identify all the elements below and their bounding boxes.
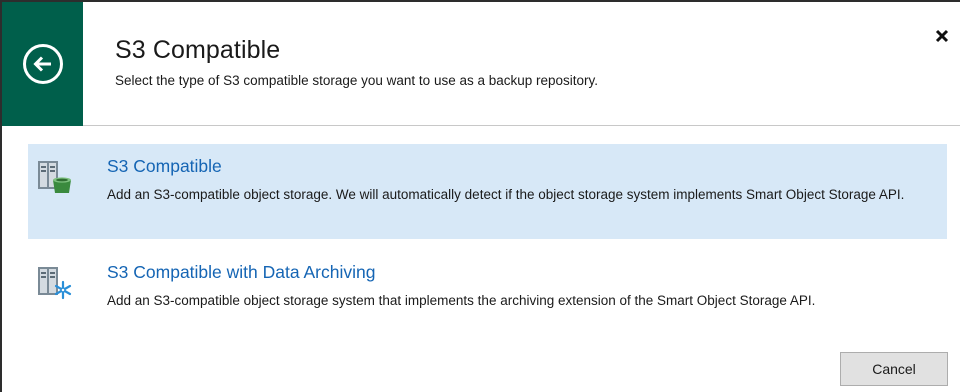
close-icon [935, 29, 949, 43]
option-title: S3 Compatible [107, 156, 222, 176]
option-s3-compatible-archiving[interactable]: S3 Compatible with Data Archiving Add an… [28, 250, 947, 345]
option-description: Add an S3-compatible object storage. We … [107, 187, 905, 202]
page-subtitle: Select the type of S3 compatible storage… [115, 73, 599, 88]
page-title: S3 Compatible [115, 36, 281, 64]
cancel-button[interactable]: Cancel [840, 352, 948, 386]
option-description: Add an S3-compatible object storage syst… [107, 293, 816, 308]
back-panel [2, 2, 83, 126]
s3-compatible-dialog: S3 Compatible Select the type of S3 comp… [0, 0, 960, 392]
dialog-header: S3 Compatible Select the type of S3 comp… [2, 2, 960, 126]
s3-storage-archive-icon [38, 267, 72, 300]
back-button[interactable] [22, 44, 63, 84]
close-button[interactable] [932, 26, 952, 46]
option-title: S3 Compatible with Data Archiving [107, 262, 376, 282]
option-s3-compatible[interactable]: S3 Compatible Add an S3-compatible objec… [28, 144, 947, 239]
arrow-left-circle-icon [32, 56, 51, 72]
s3-storage-bucket-icon [38, 161, 71, 193]
